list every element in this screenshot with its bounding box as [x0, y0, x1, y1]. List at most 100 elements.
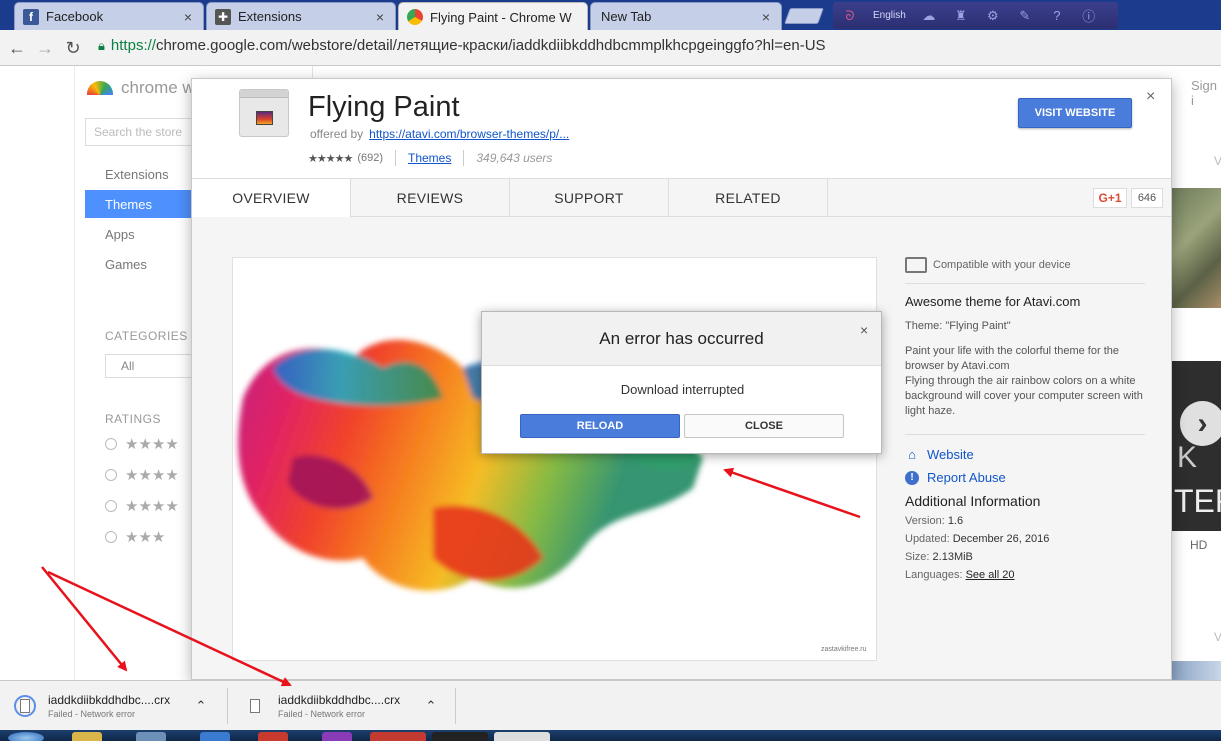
taskbar-app-icon[interactable]	[432, 732, 488, 741]
cloud-icon[interactable]: ☁	[920, 7, 938, 25]
atavi-logo-icon[interactable]: ᘐ	[841, 7, 859, 25]
close-tab-icon[interactable]: ×	[181, 9, 195, 25]
categories-select[interactable]: All	[105, 354, 195, 378]
taskbar-app-icon[interactable]	[494, 732, 550, 741]
store-search-input[interactable]: Search the store	[85, 118, 205, 146]
settings-gear-icon[interactable]: ⚙	[984, 7, 1002, 25]
close-icon[interactable]: ×	[1146, 88, 1155, 106]
chrome-taskbar-icon[interactable]	[370, 732, 426, 741]
url-scheme: https://	[110, 37, 156, 54]
taskbar-app-icon[interactable]	[258, 732, 288, 741]
tab-flying-paint[interactable]: Flying Paint - Chrome W	[398, 2, 588, 31]
explorer-taskbar-icon[interactable]	[72, 732, 102, 741]
taskbar-app-icon[interactable]	[200, 732, 230, 741]
close-tab-icon[interactable]: ×	[373, 9, 387, 25]
radio-icon[interactable]	[105, 531, 117, 543]
taskbar-app-icon[interactable]	[136, 732, 166, 741]
rating-filter-3[interactable]: ★★★★	[105, 497, 179, 515]
reload-button[interactable]: RELOAD	[520, 414, 680, 438]
download-item[interactable]: iaddkdiibkddhdbc....crx Failed - Network…	[244, 688, 456, 724]
forward-arrow-icon[interactable]: →	[34, 37, 56, 59]
close-icon[interactable]: ×	[860, 322, 868, 338]
description-line: Paint your life with the colorful theme …	[905, 345, 1119, 372]
languages-row: Languages: See all 20	[905, 569, 1145, 581]
radio-icon[interactable]	[105, 469, 117, 481]
featured-theme-thumbnail[interactable]	[1172, 661, 1221, 680]
carousel-next-icon[interactable]: ›	[1180, 401, 1221, 446]
download-text: iaddkdiibkddhdbc....crx Failed - Network…	[48, 693, 188, 719]
rating-count[interactable]: (692)	[357, 152, 383, 164]
tab-facebook[interactable]: f Facebook ×	[14, 2, 204, 30]
reload-icon[interactable]: ↻	[62, 37, 84, 59]
theme-icon	[239, 89, 289, 137]
edit-icon[interactable]: ✎	[1016, 7, 1034, 25]
report-abuse-label[interactable]: Report Abuse	[927, 470, 1006, 485]
tab-related[interactable]: RELATED	[669, 179, 828, 217]
download-filename: iaddkdiibkddhdbc....crx	[48, 693, 171, 707]
puzzle-icon: ✚	[215, 8, 231, 25]
image-watermark: zastavkifree.ru	[821, 646, 867, 653]
tab-support[interactable]: SUPPORT	[510, 179, 669, 217]
rating-filter-4b[interactable]: ★★★★	[105, 466, 179, 484]
compatible-text: Compatible with your device	[933, 259, 1071, 271]
view-all-link[interactable]: V	[1214, 154, 1221, 168]
additional-info-heading: Additional Information	[905, 493, 1041, 509]
report-abuse-link[interactable]: ! Report Abuse	[905, 470, 1145, 485]
chevron-up-icon[interactable]: ⌃	[188, 698, 214, 714]
featured-text: TERI	[1174, 483, 1221, 519]
tab-extensions[interactable]: ✚ Extensions ×	[206, 2, 396, 30]
stars-icon: ★★★★	[125, 436, 179, 453]
website-link[interactable]: ⌂ Website	[905, 447, 1145, 462]
new-tab-button[interactable]	[784, 8, 824, 24]
rating-filter-2[interactable]: ★★★	[105, 528, 165, 546]
download-status: Failed - Network error	[48, 709, 136, 719]
address-bar[interactable]: 🔒︎ https:// chrome.google.com/webstore/d…	[98, 37, 826, 54]
back-arrow-icon[interactable]: ←	[6, 37, 28, 59]
visit-website-button[interactable]: VISIT WEBSITE	[1018, 98, 1132, 128]
download-text: iaddkdiibkddhdbc....crx Failed - Network…	[278, 693, 418, 719]
tab-title: Extensions	[238, 9, 302, 24]
close-tab-icon[interactable]: ×	[759, 9, 773, 25]
logo-text: chrome w	[121, 78, 195, 97]
start-button[interactable]	[8, 732, 44, 741]
language-selector[interactable]: English	[873, 10, 906, 21]
chrome-webstore-logo[interactable]: chrome w	[87, 78, 195, 98]
compatibility-row: Compatible with your device	[905, 257, 1145, 284]
info-links: ⌂ Website ! Report Abuse	[905, 434, 1145, 485]
size-label: Size:	[905, 551, 930, 563]
close-button[interactable]: CLOSE	[684, 414, 844, 438]
view-all-link[interactable]: V	[1214, 630, 1221, 644]
download-shelf: iaddkdiibkddhdbc....crx Failed - Network…	[0, 680, 1221, 730]
sign-in-link[interactable]: Sign i	[1191, 78, 1221, 108]
left-margin	[0, 66, 75, 680]
warning-icon: !	[905, 470, 919, 485]
radio-icon[interactable]	[105, 500, 117, 512]
rainbow-logo-icon	[87, 81, 113, 95]
category-link[interactable]: Themes	[408, 151, 451, 165]
website-label[interactable]: Website	[927, 447, 974, 462]
see-all-languages-link[interactable]: See all 20	[966, 569, 1015, 581]
radio-icon[interactable]	[105, 438, 117, 450]
chevron-up-icon[interactable]: ⌃	[418, 698, 444, 714]
publisher-link[interactable]: https://atavi.com/browser-themes/p/...	[369, 127, 569, 141]
error-message: Download interrupted	[620, 382, 745, 397]
item-info-panel: Compatible with your device Awesome them…	[905, 257, 1145, 581]
item-title: Flying Paint	[308, 91, 460, 123]
rating-filter-4[interactable]: ★★★★	[105, 435, 179, 453]
version-row: Version: 1.6	[905, 515, 1145, 527]
google-plus-button[interactable]: G+1	[1093, 188, 1127, 208]
featured-label: HD	[1190, 538, 1208, 552]
info-icon[interactable]: ⓘ	[1080, 7, 1098, 25]
tab-reviews[interactable]: REVIEWS	[351, 179, 510, 217]
tab-overview[interactable]: OVERVIEW	[192, 179, 351, 218]
os-taskbar	[0, 730, 1221, 741]
tab-new-tab[interactable]: New Tab ×	[590, 2, 782, 30]
rating-stars-icon: ★★★★★	[308, 152, 353, 165]
size-value: 2.13MiB	[932, 551, 973, 563]
featured-theme-thumbnail[interactable]	[1172, 188, 1221, 308]
picture-icon	[256, 111, 273, 125]
weather-icon[interactable]: ♜	[952, 7, 970, 25]
help-icon[interactable]: ?	[1048, 7, 1066, 25]
download-item[interactable]: iaddkdiibkddhdbc....crx Failed - Network…	[14, 688, 228, 724]
taskbar-app-icon[interactable]	[322, 732, 352, 741]
